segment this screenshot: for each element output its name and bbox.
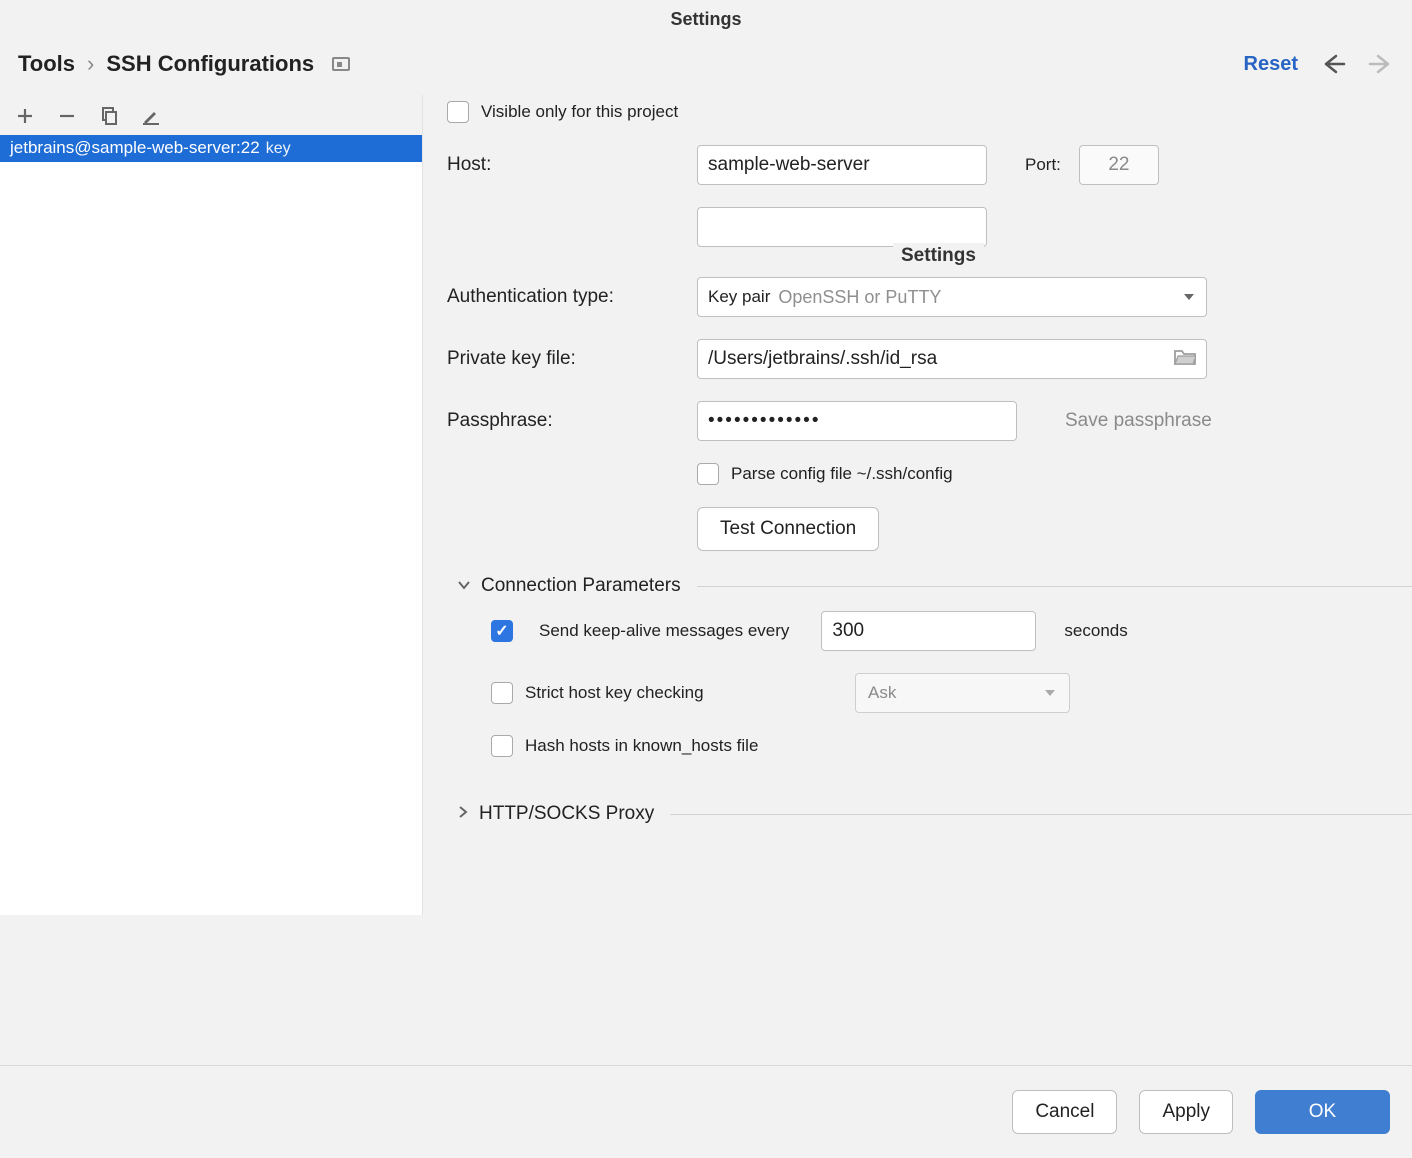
footer: Cancel Apply OK bbox=[0, 1065, 1412, 1158]
config-list-pane: jetbrains@sample-web-server:22 key bbox=[0, 95, 423, 915]
header-actions: Reset bbox=[1244, 53, 1394, 76]
chevron-down-icon bbox=[1043, 683, 1057, 703]
visible-project-label: Visible only for this project bbox=[481, 102, 678, 122]
show-settings-icon[interactable] bbox=[332, 57, 350, 71]
strict-checkbox[interactable] bbox=[491, 682, 513, 704]
private-key-value: /Users/jetbrains/.ssh/id_rsa bbox=[698, 348, 1164, 370]
apply-button[interactable]: Apply bbox=[1139, 1090, 1233, 1134]
auth-type-select[interactable]: Key pair OpenSSH or PuTTY bbox=[697, 277, 1207, 317]
parse-config-row: Parse config file ~/.ssh/config bbox=[447, 463, 1412, 485]
connection-parameters-body: Send keep-alive messages every seconds S… bbox=[447, 611, 1412, 757]
list-item[interactable]: jetbrains@sample-web-server:22 key bbox=[0, 135, 422, 162]
breadcrumb-root[interactable]: Tools bbox=[18, 51, 75, 77]
passphrase-label: Passphrase: bbox=[447, 410, 697, 432]
back-icon[interactable] bbox=[1320, 53, 1346, 75]
keepalive-row: Send keep-alive messages every seconds bbox=[491, 611, 1412, 651]
proxy-section[interactable]: HTTP/SOCKS Proxy bbox=[457, 803, 1412, 825]
hash-hosts-label: Hash hosts in known_hosts file bbox=[525, 736, 758, 756]
auth-row: Authentication type: Key pair OpenSSH or… bbox=[447, 277, 1412, 317]
chevron-right-icon bbox=[457, 804, 469, 824]
window-title: Settings bbox=[0, 0, 1412, 39]
ok-button[interactable]: OK bbox=[1255, 1090, 1390, 1134]
header: Tools › SSH Configurations Reset bbox=[0, 39, 1412, 95]
content: jetbrains@sample-web-server:22 key Visib… bbox=[0, 95, 1412, 915]
auth-value: Key pair bbox=[708, 287, 770, 307]
list-item-label: jetbrains@sample-web-server:22 bbox=[10, 138, 260, 158]
hash-hosts-checkbox[interactable] bbox=[491, 735, 513, 757]
remove-icon[interactable] bbox=[56, 105, 78, 127]
cancel-button[interactable]: Cancel bbox=[1012, 1090, 1117, 1134]
passphrase-input[interactable] bbox=[697, 401, 1017, 441]
keepalive-unit: seconds bbox=[1064, 621, 1127, 641]
save-passphrase-link[interactable]: Save passphrase bbox=[1065, 410, 1212, 432]
parse-config-label: Parse config file ~/.ssh/config bbox=[731, 464, 953, 484]
copy-icon[interactable] bbox=[98, 105, 120, 127]
auth-label: Authentication type: bbox=[447, 286, 697, 308]
form-pane: Visible only for this project Host: Port… bbox=[423, 95, 1412, 915]
breadcrumb: Tools › SSH Configurations bbox=[18, 51, 1234, 77]
auth-hint: OpenSSH or PuTTY bbox=[778, 287, 941, 308]
breadcrumb-leaf: SSH Configurations bbox=[106, 51, 314, 77]
list-item-suffix: key bbox=[266, 140, 291, 158]
private-key-row: Private key file: /Users/jetbrains/.ssh/… bbox=[447, 339, 1412, 379]
username-input[interactable] bbox=[697, 207, 987, 247]
private-key-input[interactable]: /Users/jetbrains/.ssh/id_rsa bbox=[697, 339, 1207, 379]
reset-button[interactable]: Reset bbox=[1244, 53, 1298, 76]
strict-policy-select[interactable]: Ask bbox=[855, 673, 1070, 713]
port-label: Port: bbox=[1025, 155, 1061, 175]
private-key-label: Private key file: bbox=[447, 348, 697, 370]
chevron-down-icon bbox=[1182, 287, 1196, 307]
strict-label: Strict host key checking bbox=[525, 683, 855, 703]
add-icon[interactable] bbox=[14, 105, 36, 127]
visible-project-row: Visible only for this project bbox=[447, 101, 1412, 123]
keepalive-label: Send keep-alive messages every bbox=[539, 621, 789, 641]
connection-parameters-section[interactable]: Connection Parameters bbox=[457, 575, 1412, 597]
list-toolbar bbox=[0, 95, 422, 135]
section-rule bbox=[697, 586, 1412, 587]
host-label: Host: bbox=[447, 154, 697, 176]
overlay-settings-title: Settings bbox=[893, 243, 984, 269]
host-row: Host: Port: bbox=[447, 145, 1412, 185]
connection-parameters-title: Connection Parameters bbox=[481, 575, 681, 597]
keepalive-interval-input[interactable] bbox=[821, 611, 1036, 651]
config-list: jetbrains@sample-web-server:22 key bbox=[0, 135, 422, 915]
proxy-title: HTTP/SOCKS Proxy bbox=[479, 803, 654, 825]
test-connection-row: Test Connection bbox=[447, 507, 1412, 551]
username-row bbox=[447, 207, 1412, 247]
strict-row: Strict host key checking Ask bbox=[491, 673, 1412, 713]
chevron-down-icon bbox=[457, 576, 471, 596]
strict-policy-value: Ask bbox=[868, 683, 896, 703]
edit-icon[interactable] bbox=[140, 105, 162, 127]
parse-config-checkbox[interactable] bbox=[697, 463, 719, 485]
port-input[interactable] bbox=[1079, 145, 1159, 185]
hash-hosts-row: Hash hosts in known_hosts file bbox=[491, 735, 1412, 757]
test-connection-button[interactable]: Test Connection bbox=[697, 507, 879, 551]
host-input[interactable] bbox=[697, 145, 987, 185]
visible-project-checkbox[interactable] bbox=[447, 101, 469, 123]
keepalive-checkbox[interactable] bbox=[491, 620, 513, 642]
breadcrumb-separator-icon: › bbox=[85, 51, 96, 77]
section-rule bbox=[670, 814, 1412, 815]
passphrase-row: Passphrase: Save passphrase bbox=[447, 401, 1412, 441]
forward-icon[interactable] bbox=[1368, 53, 1394, 75]
folder-open-icon[interactable] bbox=[1164, 348, 1206, 371]
